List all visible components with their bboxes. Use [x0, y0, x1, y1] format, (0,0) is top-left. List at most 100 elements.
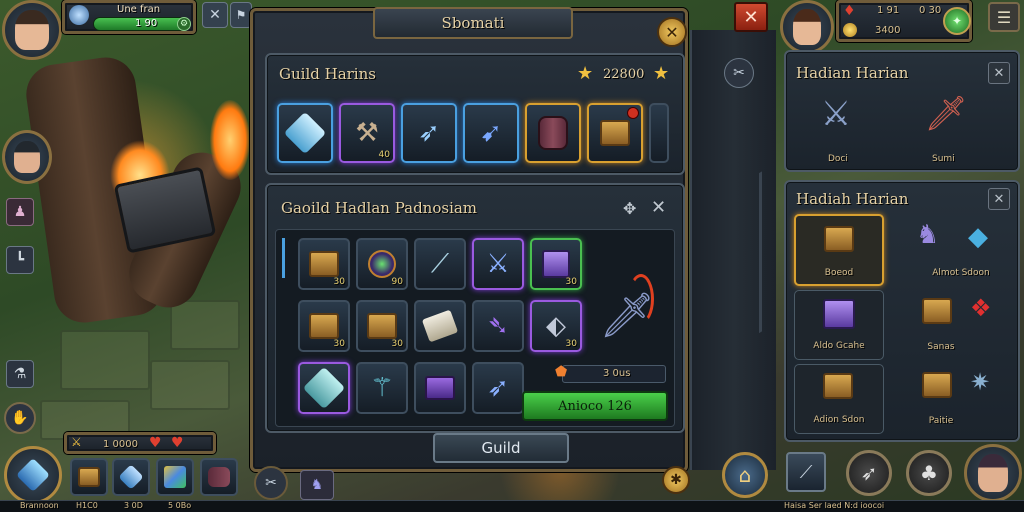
inventory-slot[interactable]: ➶	[472, 362, 524, 414]
guild-slot[interactable]	[525, 103, 581, 163]
paw-icon[interactable]: ♣	[906, 450, 952, 496]
potion-icon[interactable]: ⚗	[6, 360, 34, 388]
action-button[interactable]: Anioco 126	[522, 391, 668, 421]
reward-label: Paitie	[928, 416, 954, 426]
stone-tile	[150, 360, 230, 410]
reward-label: Adion Sdon	[813, 415, 865, 425]
hammer-icon: ⚒	[355, 118, 379, 148]
hand-icon[interactable]: ✋	[4, 402, 36, 434]
player-avatar[interactable]	[2, 0, 62, 60]
drill-icon: ⬖	[546, 311, 566, 341]
inventory-slot[interactable]	[414, 362, 466, 414]
wooden-chest-icon	[922, 372, 952, 398]
reward-card[interactable]: Aldo Gcahe	[794, 290, 884, 360]
chest-icon	[367, 313, 397, 339]
slot-count: 30	[565, 339, 577, 349]
slot-count: 40	[378, 150, 390, 160]
reward-label: Almot Sdoon	[932, 268, 990, 278]
reward-card[interactable]: ❖ Sanas	[906, 290, 1016, 360]
hero-figure-icon[interactable]: ⚔	[806, 94, 866, 144]
tools-icon[interactable]: ✂	[724, 58, 754, 88]
reward-label: Boeod	[824, 268, 854, 278]
reward-card[interactable]: ♞ ◆ Almot Sdoon	[906, 214, 1016, 286]
reward-card[interactable]: Adion Sdon	[794, 364, 884, 434]
boot-icon[interactable]: ┗	[6, 246, 34, 274]
close-icon[interactable]: ✕	[988, 62, 1010, 84]
guild-slot-empty[interactable]	[649, 103, 669, 163]
guild-harins-panel: Guild Harins ★ 22800 ★ ⚒ 40 ➶ ➹	[265, 53, 685, 175]
close-icon[interactable]: ✕	[734, 2, 768, 32]
inventory-slot[interactable]: 30	[298, 238, 350, 290]
staff-icon: ⚚	[370, 373, 394, 403]
inventory-slot[interactable]: 30	[298, 300, 350, 352]
sword-icon[interactable]: ⟋	[786, 452, 826, 492]
house-icon[interactable]: ⌂	[722, 452, 768, 498]
add-resource-icon[interactable]: ✦	[943, 7, 971, 35]
guild-slot[interactable]: ➹	[463, 103, 519, 163]
inventory-slot[interactable]: ➴	[472, 300, 524, 352]
skill-slot-main[interactable]	[4, 446, 62, 504]
chest-icon	[78, 467, 100, 487]
gold-chest-icon	[824, 226, 854, 252]
arrow-icon: ➹	[480, 118, 502, 148]
inventory-slot[interactable]: 30	[530, 238, 582, 290]
character-portrait-button[interactable]	[964, 444, 1022, 502]
notification-badge	[627, 107, 639, 119]
slot-count: 30	[391, 339, 403, 349]
menu-icon[interactable]: ☰	[988, 2, 1020, 32]
puzzle-icon[interactable]: ✥	[623, 199, 636, 218]
companion-avatar[interactable]	[2, 130, 52, 184]
inventory-slot[interactable]: ⚚	[356, 362, 408, 414]
guild-slot[interactable]: ⚒ 40	[339, 103, 395, 163]
gold-coin-icon	[843, 23, 857, 37]
quick-slot[interactable]	[156, 458, 194, 496]
barrel-icon	[538, 116, 568, 150]
player-avatar-right[interactable]	[780, 0, 834, 54]
mana-orb-icon	[69, 5, 89, 25]
scroll-indicator[interactable]	[282, 238, 285, 278]
reward-card[interactable]: ✷ Paitie	[906, 364, 1016, 434]
reward-card-selected[interactable]: Boeod	[794, 214, 884, 286]
hero-portrait-icon	[793, 9, 821, 45]
close-icon[interactable]: ✕	[988, 188, 1010, 210]
inventory-slot[interactable]	[298, 362, 350, 414]
resource-panel: ♦ 1 91 0 30 3400 ✦	[836, 0, 972, 42]
hero-icon[interactable]: ♞	[300, 470, 334, 500]
player-name: Une fran	[117, 4, 161, 15]
guild-slot[interactable]	[587, 103, 643, 163]
inventory-slot[interactable]: ⚔	[472, 238, 524, 290]
inventory-slot[interactable]: 90	[356, 238, 408, 290]
tools-icon[interactable]: ✕	[202, 2, 228, 28]
blue-shell-icon: ◆	[968, 222, 988, 252]
hero-figure-icon[interactable]: 🗡	[916, 94, 976, 144]
window-title: Sbomati	[441, 14, 505, 32]
tools-icon[interactable]: ✂	[254, 466, 288, 500]
crystal-icon	[118, 464, 144, 490]
guild-slot[interactable]	[277, 103, 333, 163]
gold-amount: 1 0000	[103, 439, 138, 450]
guild-button[interactable]: Guild	[433, 433, 569, 463]
settings-gear-icon[interactable]: ⚙	[177, 17, 191, 31]
purple-cube-icon	[542, 250, 570, 278]
gem-pile-icon: ❖	[970, 294, 992, 322]
guild-slot[interactable]: ➶	[401, 103, 457, 163]
quick-slot[interactable]	[70, 458, 108, 496]
status-strip: Brannoon H1C0 3 0D 5 0Bo Haisa Ser laed …	[0, 500, 1024, 512]
slot-count: 90	[391, 277, 403, 287]
boot-icon[interactable]: ♟	[6, 198, 34, 226]
inventory-grid: 30 90 ⟋ ⚔ 30 30 30 ➴ ⬖ 30 ⚚ ➶ 🗡 ⬟ 3 0us A…	[275, 229, 675, 427]
close-icon[interactable]: ✕	[651, 197, 666, 218]
wing-icon[interactable]: ➶	[846, 450, 892, 496]
resource-value: 0 30	[919, 5, 942, 16]
inventory-slot[interactable]	[414, 300, 466, 352]
inventory-slot[interactable]: ⬖ 30	[530, 300, 582, 352]
close-icon[interactable]: ✕	[657, 17, 687, 47]
crystal-icon	[302, 366, 346, 410]
quick-slot[interactable]	[200, 458, 238, 496]
flag-icon[interactable]: ⚑	[230, 2, 252, 28]
inventory-slot[interactable]: ⟋	[414, 238, 466, 290]
settings-icon[interactable]: ✱	[662, 466, 690, 494]
section-title: Hadiah Harian	[796, 190, 909, 208]
inventory-slot[interactable]: 30	[356, 300, 408, 352]
quick-slot[interactable]	[112, 458, 150, 496]
